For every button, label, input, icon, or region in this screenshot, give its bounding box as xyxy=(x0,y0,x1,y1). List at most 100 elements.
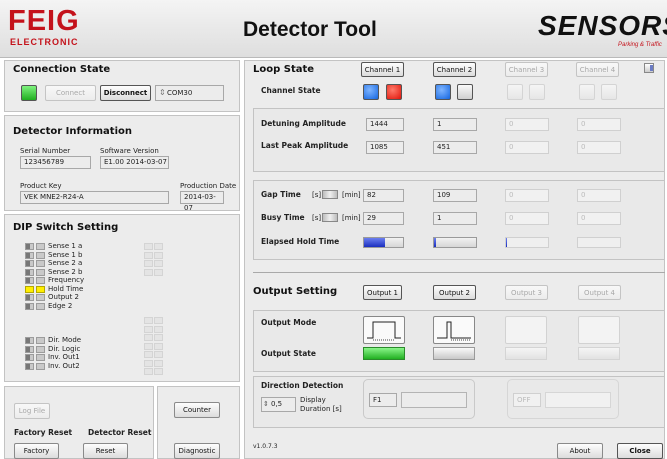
dip-switch-label: Inv. Out1 xyxy=(48,353,80,361)
loop-expand-toggle[interactable] xyxy=(644,63,654,73)
direction-pair-1-value: F1 xyxy=(369,393,397,407)
elapsed-hold-bar-ch4 xyxy=(577,237,621,248)
factory-reset-button[interactable]: Factory xyxy=(14,443,59,459)
dip-switch-knob xyxy=(26,363,30,369)
busy-unit-minutes: [min] xyxy=(342,214,361,222)
dip-switch-pos xyxy=(36,362,45,370)
connection-status-led xyxy=(21,85,37,101)
channel-3-button[interactable]: Channel 3 xyxy=(505,62,548,77)
output-1-mode-pulse-icon[interactable] xyxy=(363,316,405,344)
dip-switch-label: Sense 1 b xyxy=(48,250,83,259)
output-2-button[interactable]: Output 2 xyxy=(433,285,476,300)
close-button[interactable]: Close xyxy=(617,443,663,459)
gap-unit-seconds: [s] xyxy=(312,191,322,199)
channel-2-button[interactable]: Channel 2 xyxy=(433,62,476,77)
connect-button[interactable]: Connect xyxy=(45,85,96,101)
busy-time-label: Busy Time xyxy=(261,213,305,222)
remote-dip-switch xyxy=(154,268,163,276)
diagnostic-button[interactable]: Diagnostic xyxy=(174,443,220,459)
remote-dip-switch xyxy=(154,325,163,333)
last-peak-ch1: 1085 xyxy=(366,141,404,154)
output-4-mode[interactable] xyxy=(578,316,620,344)
gap-time-label: Gap Time xyxy=(261,190,301,199)
dip-switch-pos xyxy=(36,251,45,259)
remote-dip-switch xyxy=(144,268,153,276)
elapsed-hold-fill xyxy=(364,238,385,247)
output-2-mode-pulse-icon[interactable] xyxy=(433,316,475,344)
remote-dip-switch xyxy=(154,342,163,350)
last-peak-ch3: 0 xyxy=(505,141,549,154)
dip-switch-knob xyxy=(26,295,30,300)
about-button[interactable]: About xyxy=(557,443,603,459)
dip-switch-knob xyxy=(26,355,30,360)
detuning-ch2: 1 xyxy=(433,118,477,131)
dip-switch-label: Edge 2 xyxy=(48,301,73,310)
channel-4-button[interactable]: Channel 4 xyxy=(576,62,619,77)
duration-label-1: Display xyxy=(300,396,326,404)
output-3-button[interactable]: Output 3 xyxy=(505,285,548,300)
disconnect-button[interactable]: Disconnect xyxy=(100,85,151,101)
remote-dip-switch xyxy=(144,260,153,267)
dip-switch-pos xyxy=(36,277,45,284)
dip-switch-knob xyxy=(26,286,30,292)
port-select[interactable]: ⇕ COM30 xyxy=(155,85,224,101)
output-setting-title: Output Setting xyxy=(253,286,338,297)
detuning-ch3: 0 xyxy=(505,118,549,131)
dip-switch-label: Sense 1 a xyxy=(48,242,83,250)
detuning-ch1: 1444 xyxy=(366,118,404,131)
dip-switch-label: Sense 2 b xyxy=(48,267,83,276)
direction-title: Direction Detection xyxy=(261,381,344,390)
dropdown-icon: ⇕ xyxy=(159,88,166,97)
loop-state-title: Loop State xyxy=(253,64,315,75)
toggle-indicator-icon xyxy=(650,65,653,71)
log-file-button[interactable]: Log File xyxy=(14,403,50,419)
elapsed-hold-bar-ch1 xyxy=(363,237,404,248)
dip-switch-knob xyxy=(26,244,30,249)
product-key-label: Product Key xyxy=(20,182,62,190)
channel-1-button[interactable]: Channel 1 xyxy=(361,62,404,77)
dip-switch xyxy=(25,362,34,370)
dip-switch-knob xyxy=(26,303,30,309)
detector-reset-button[interactable]: Reset xyxy=(83,443,128,459)
dip-switch xyxy=(25,302,34,310)
detector-info-title: Detector Information xyxy=(13,126,132,137)
direction-pair-1-indicator xyxy=(401,392,467,408)
dip-switch xyxy=(25,268,34,276)
sensors-logo: SENSORS xyxy=(538,10,667,41)
pulse-waveform-icon xyxy=(367,321,401,341)
elapsed-hold-bar-ch3 xyxy=(505,237,549,248)
spinner-arrows-icon: ⇕ xyxy=(263,400,269,408)
dip-remote-group-2 xyxy=(144,317,164,377)
busy-unit-switch[interactable] xyxy=(322,213,338,222)
output-1-button[interactable]: Output 1 xyxy=(363,285,402,300)
dip-remote-group-1 xyxy=(144,243,164,283)
remote-dip-switch xyxy=(144,251,153,259)
dip-switch-pos xyxy=(36,354,45,361)
serial-value: 123456789 xyxy=(20,156,91,169)
output-4-button[interactable]: Output 4 xyxy=(578,285,621,300)
remote-dip-switch xyxy=(154,243,163,250)
elapsed-hold-label: Elapsed Hold Time xyxy=(261,237,340,246)
detuning-ch4: 0 xyxy=(577,118,621,131)
remote-dip-switch xyxy=(144,351,153,358)
dip-switch-knob xyxy=(26,338,30,343)
port-value: COM30 xyxy=(167,89,193,97)
short-pulse-waveform-icon xyxy=(437,321,471,341)
remote-dip-switch xyxy=(144,243,153,250)
dip-switch xyxy=(25,243,34,250)
dip-switch-label: Frequency xyxy=(48,276,85,284)
sensors-logo-sub: Parking & Traffic xyxy=(618,42,662,48)
direction-pair-2-value: OFF xyxy=(513,393,541,407)
dip-group-2: Dir. Mode Dir. Logic Inv. Out1 Inv. Out2 xyxy=(25,336,125,377)
dip-switch-label: Sense 2 a xyxy=(48,259,83,267)
gap-ch2: 109 xyxy=(433,189,477,202)
busy-ch3: 0 xyxy=(505,212,549,225)
last-peak-label: Last Peak Amplitude xyxy=(261,141,349,150)
output-3-mode[interactable] xyxy=(505,316,547,344)
counter-button[interactable]: Counter xyxy=(174,402,220,418)
remote-dip-switch xyxy=(144,317,153,324)
duration-spinner[interactable]: ⇕ 0,5 xyxy=(261,397,296,412)
gap-unit-switch[interactable] xyxy=(322,190,338,199)
gap-unit-minutes: [min] xyxy=(342,191,361,199)
busy-ch2: 1 xyxy=(433,212,477,225)
